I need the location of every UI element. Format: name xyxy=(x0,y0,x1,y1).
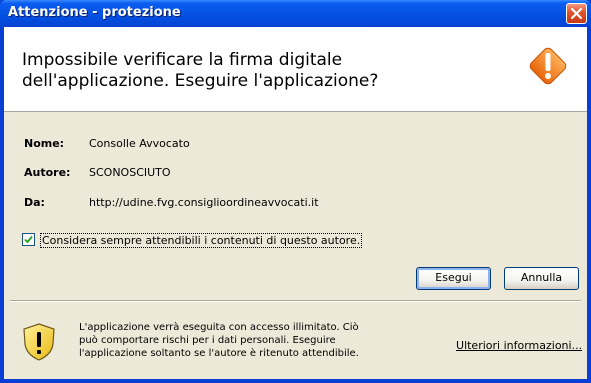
cancel-button[interactable]: Annulla xyxy=(504,267,579,290)
name-row: Nome: Consolle Avvocato xyxy=(24,137,190,150)
title-bar[interactable]: Attenzione - protezione xyxy=(0,0,591,27)
header-panel: Impossibile verificare la firma digitale… xyxy=(4,27,587,112)
close-icon xyxy=(571,8,582,19)
author-row: Autore: SCONOSCIUTO xyxy=(24,166,171,179)
author-value: SCONOSCIUTO xyxy=(89,166,171,179)
checkmark-icon xyxy=(24,235,33,244)
footer-message: L'applicazione verrà eseguita con access… xyxy=(79,322,359,359)
header-message: Impossibile verificare la firma digitale… xyxy=(22,50,492,92)
dialog-title: Attenzione - protezione xyxy=(8,5,181,20)
from-value: http://udine.fvg.consiglioordineavvocati… xyxy=(89,196,319,209)
trust-author-label[interactable]: Considera sempre attendibili i contenuti… xyxy=(40,233,363,248)
run-button[interactable]: Esegui xyxy=(416,267,491,290)
trust-author-checkbox[interactable] xyxy=(22,233,35,246)
more-info-link[interactable]: Ulteriori informazioni... xyxy=(456,339,582,352)
more-info-accel[interactable]: U xyxy=(456,339,464,352)
header-message-line-2: dell'applicazione. Eseguire l'applicazio… xyxy=(22,71,379,91)
close-button[interactable] xyxy=(566,3,587,24)
from-label: Da: xyxy=(24,196,45,209)
trust-author-option[interactable]: Considera sempre attendibili i contenuti… xyxy=(22,233,363,248)
header-message-line-1: Impossibile verificare la firma digitale xyxy=(22,50,343,70)
footer-divider xyxy=(10,300,581,302)
name-value: Consolle Avvocato xyxy=(89,137,190,150)
name-label: Nome: xyxy=(24,137,65,150)
author-label: Autore: xyxy=(24,166,71,179)
dialog-body: Impossibile verificare la firma digitale… xyxy=(4,27,587,379)
from-row: Da: http://udine.fvg.consiglioordineavvoc… xyxy=(24,196,319,209)
shield-warning-icon xyxy=(23,323,55,361)
more-info-text[interactable]: lteriori informazioni... xyxy=(464,339,582,352)
warning-diamond-icon xyxy=(529,47,567,85)
security-dialog: Attenzione - protezione Impossibile veri… xyxy=(0,0,591,383)
